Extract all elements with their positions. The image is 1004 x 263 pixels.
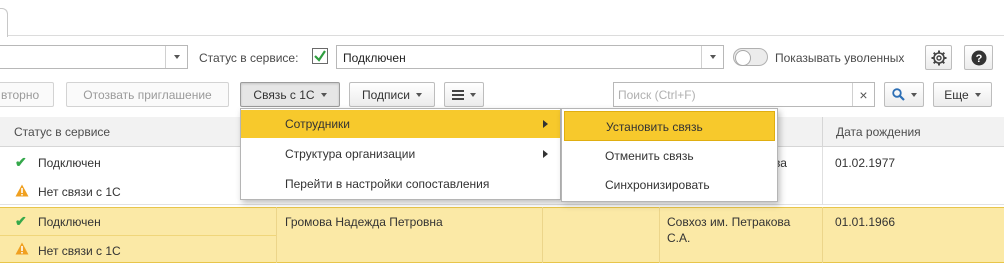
column-divider	[542, 207, 543, 263]
chevron-down-icon	[470, 92, 476, 97]
revoke-invitation-label: Отозвать приглашение	[83, 87, 212, 102]
left-filter-dropdown-button[interactable]	[165, 46, 187, 68]
link-1c-button[interactable]: Связь с 1С	[240, 82, 340, 107]
status-filter-dropdown-button[interactable]	[701, 46, 723, 68]
chevron-down-icon	[910, 92, 917, 97]
status-filter-value: Подключен	[343, 51, 406, 65]
search-clear-button[interactable]: ×	[852, 83, 874, 106]
org-cell-line-2: С.А.	[667, 231, 691, 245]
column-header-status[interactable]: Статус в сервисе	[0, 117, 270, 147]
employees-submenu: Установить связь Отменить связь Синхрони…	[561, 108, 778, 202]
submenu-item-synchronize[interactable]: Синхронизировать	[564, 171, 775, 199]
column-divider	[822, 147, 823, 205]
status-cell-connected: Подключен	[38, 156, 101, 170]
column-divider	[276, 207, 277, 263]
warning-icon	[15, 184, 29, 197]
toggle-knob	[735, 50, 751, 66]
submenu-item-cancel-link-label: Отменить связь	[605, 149, 694, 163]
warning-icon	[15, 242, 29, 255]
menu-item-employees[interactable]: Сотрудники	[241, 110, 560, 138]
submenu-item-establish-link-label: Установить связь	[606, 120, 703, 134]
repeat-button[interactable]: вторно	[0, 82, 54, 107]
show-fired-toggle[interactable]	[733, 48, 768, 66]
birth-date-cell: 01.01.1966	[835, 215, 896, 229]
chevron-down-icon	[415, 92, 422, 97]
chevron-down-icon	[320, 92, 327, 97]
column-divider	[822, 117, 823, 147]
chevron-right-icon	[543, 150, 548, 158]
left-filter-field[interactable]	[0, 45, 188, 69]
employee-name-cell: Громова Надежда Петровна	[285, 215, 443, 229]
gear-icon	[931, 50, 946, 65]
more-button[interactable]: Еще	[933, 82, 992, 107]
link-1c-label: Связь с 1С	[253, 87, 315, 102]
link-1c-menu: Сотрудники Структура организации Перейти…	[240, 108, 561, 200]
menu-item-org-structure-label: Структура организации	[285, 147, 416, 161]
list-icon	[452, 89, 464, 100]
search-input[interactable]: Поиск (Ctrl+F)	[618, 88, 696, 102]
org-cell-line-1: Совхоз им. Петракова	[667, 215, 791, 229]
close-icon: ×	[859, 86, 868, 103]
chevron-right-icon	[543, 120, 548, 128]
signatures-label: Подписи	[362, 87, 410, 102]
submenu-item-synchronize-label: Синхронизировать	[605, 178, 710, 192]
svg-text:?: ?	[975, 53, 982, 65]
menu-item-org-structure[interactable]: Структура организации	[241, 140, 560, 168]
status-cell-no-link: Нет связи с 1С	[38, 185, 121, 199]
status-filter-select[interactable]: Подключен	[336, 45, 724, 69]
check-icon: ✔	[15, 213, 27, 229]
submenu-item-cancel-link[interactable]: Отменить связь	[564, 142, 775, 170]
search-field[interactable]: Поиск (Ctrl+F) ×	[613, 82, 875, 107]
column-header-birth-date[interactable]: Дата рождения	[822, 117, 1004, 147]
revoke-invitation-button[interactable]: Отозвать приглашение	[66, 82, 229, 107]
help-button[interactable]: ?	[964, 45, 993, 70]
search-button[interactable]	[884, 82, 924, 107]
show-fired-label: Показывать уволенных	[775, 51, 905, 65]
status-cell-no-link: Нет связи с 1С	[38, 244, 121, 258]
check-icon: ✔	[15, 154, 27, 170]
row-inner-divider	[0, 235, 276, 236]
tab-strip	[0, 0, 1004, 36]
signatures-button[interactable]: Подписи	[349, 82, 435, 107]
birth-date-cell: 01.02.1977	[835, 156, 896, 170]
search-icon	[891, 88, 905, 101]
help-icon: ?	[971, 50, 986, 65]
chevron-down-icon	[974, 92, 981, 97]
more-label: Еще	[944, 87, 969, 102]
settings-button[interactable]	[925, 45, 952, 70]
status-filter-checkbox[interactable]	[312, 48, 328, 64]
repeat-button-label: вторно	[1, 87, 40, 102]
tab-home[interactable]	[0, 8, 8, 37]
chevron-down-icon	[173, 55, 180, 59]
menu-item-mapping-settings[interactable]: Перейти в настройки сопоставления	[241, 170, 560, 198]
chevron-down-icon	[709, 55, 716, 59]
checkmark-icon	[314, 50, 326, 62]
menu-item-mapping-settings-label: Перейти в настройки сопоставления	[285, 177, 490, 191]
status-cell-connected: Подключен	[38, 215, 101, 229]
menu-item-employees-label: Сотрудники	[285, 117, 350, 131]
submenu-item-establish-link[interactable]: Установить связь	[564, 111, 775, 141]
status-filter-label: Статус в сервисе:	[199, 51, 299, 65]
list-options-button[interactable]	[444, 82, 484, 107]
column-divider	[822, 207, 823, 263]
column-divider	[659, 207, 660, 263]
